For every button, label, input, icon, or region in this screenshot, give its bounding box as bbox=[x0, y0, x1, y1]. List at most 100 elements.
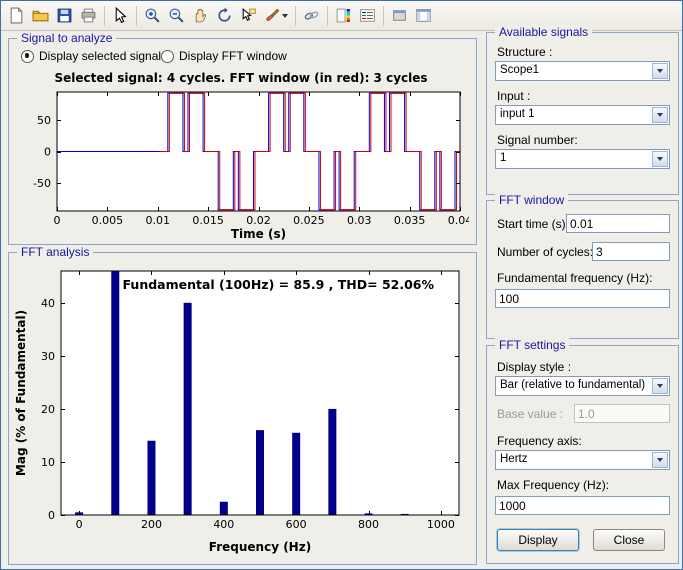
fft-settings-panel: FFT settings Display style : Bar (relati… bbox=[486, 345, 679, 564]
display-style-select[interactable]: Bar (relative to fundamental) bbox=[495, 376, 670, 396]
signal-plot-title: Selected signal: 4 cycles. FFT window (i… bbox=[11, 71, 471, 85]
save-figure-button[interactable] bbox=[53, 4, 76, 27]
close-button[interactable]: Close bbox=[593, 529, 665, 551]
frequency-axis-select[interactable]: Hertz bbox=[495, 450, 670, 470]
svg-text:0.005: 0.005 bbox=[92, 214, 124, 227]
zoom-in-icon bbox=[144, 7, 161, 24]
panel-title: Signal to analyze bbox=[17, 31, 116, 45]
pan-button[interactable] bbox=[189, 4, 212, 27]
radio-button-icon bbox=[21, 50, 34, 63]
radio-label: Display FFT window bbox=[179, 49, 287, 63]
svg-text:0: 0 bbox=[48, 509, 55, 522]
structure-select[interactable]: Scope1 bbox=[495, 61, 670, 81]
svg-text:0: 0 bbox=[76, 518, 83, 531]
svg-text:0.02: 0.02 bbox=[246, 214, 271, 227]
display-button[interactable]: Display bbox=[497, 529, 579, 551]
svg-text:0: 0 bbox=[44, 146, 51, 159]
new-document-icon bbox=[8, 7, 25, 24]
legend-icon bbox=[359, 7, 376, 24]
max-frequency-label: Max Frequency (Hz): bbox=[497, 478, 609, 492]
link-plot-icon bbox=[303, 7, 320, 24]
radio-button-icon bbox=[161, 50, 174, 63]
rotate-3d-icon bbox=[216, 7, 233, 24]
toolbar-separator bbox=[383, 6, 384, 26]
radio-display-selected-signal[interactable]: Display selected signal bbox=[21, 49, 161, 63]
svg-text:Time (s): Time (s) bbox=[231, 227, 286, 241]
start-time-label: Start time (s): bbox=[497, 217, 569, 231]
show-plot-tools-icon bbox=[415, 7, 432, 24]
signal-number-value: 1 bbox=[500, 152, 650, 164]
toolbar-separator bbox=[327, 6, 328, 26]
dropdown-arrow-icon bbox=[652, 63, 668, 79]
fft-analysis-window: Signal to analyze Display selected signa… bbox=[0, 0, 683, 570]
panel-title: Available signals bbox=[495, 25, 592, 39]
input-select[interactable]: input 1 bbox=[495, 105, 670, 125]
svg-text:Fundamental (100Hz) = 85.9 , T: Fundamental (100Hz) = 85.9 , THD= 52.06% bbox=[123, 277, 435, 292]
svg-text:0.035: 0.035 bbox=[394, 214, 426, 227]
colorbar-icon bbox=[335, 7, 352, 24]
svg-text:0.015: 0.015 bbox=[192, 214, 224, 227]
zoom-in-button[interactable] bbox=[141, 4, 164, 27]
available-signals-panel: Available signals Structure : Scope1 Inp… bbox=[486, 32, 679, 195]
structure-label: Structure : bbox=[497, 45, 552, 59]
svg-text:Frequency (Hz): Frequency (Hz) bbox=[209, 540, 311, 554]
svg-text:0.01: 0.01 bbox=[146, 214, 171, 227]
max-frequency-input[interactable] bbox=[495, 496, 670, 515]
new-figure-button[interactable] bbox=[5, 4, 28, 27]
frequency-axis-label: Frequency axis: bbox=[497, 434, 582, 448]
chevron-down-icon bbox=[282, 14, 288, 18]
signal-plot: 00.0050.010.0150.020.0250.030.0350.04-50… bbox=[13, 89, 469, 241]
radio-label: Display selected signal bbox=[39, 49, 161, 63]
signal-plot-container: Selected signal: 4 cycles. FFT window (i… bbox=[11, 71, 471, 243]
arrow-cursor-icon bbox=[112, 7, 129, 24]
hand-icon bbox=[192, 7, 209, 24]
brush-data-button[interactable] bbox=[261, 4, 291, 27]
number-of-cycles-label: Number of cycles: bbox=[497, 245, 593, 259]
zoom-out-button[interactable] bbox=[165, 4, 188, 27]
svg-text:30: 30 bbox=[41, 350, 55, 363]
svg-text:800: 800 bbox=[358, 518, 379, 531]
base-value-label: Base value : bbox=[497, 407, 563, 421]
insert-legend-button[interactable] bbox=[356, 4, 379, 27]
display-style-label: Display style : bbox=[497, 360, 571, 374]
brush-icon bbox=[264, 7, 281, 24]
start-time-input[interactable] bbox=[566, 214, 670, 233]
print-figure-button[interactable] bbox=[77, 4, 100, 27]
svg-text:20: 20 bbox=[41, 403, 55, 416]
signal-to-analyze-panel: Signal to analyze Display selected signa… bbox=[8, 38, 477, 245]
signal-number-select[interactable]: 1 bbox=[495, 149, 670, 169]
fft-window-panel: FFT window Start time (s): Number of cyc… bbox=[486, 200, 679, 339]
toolbar-separator bbox=[295, 6, 296, 26]
save-icon bbox=[56, 7, 73, 24]
hide-plot-tools-button[interactable] bbox=[388, 4, 411, 27]
show-plot-tools-button[interactable] bbox=[412, 4, 435, 27]
svg-text:1000: 1000 bbox=[427, 518, 455, 531]
data-cursor-icon bbox=[240, 7, 257, 24]
input-value: input 1 bbox=[500, 108, 650, 120]
svg-text:50: 50 bbox=[37, 114, 51, 127]
display-style-value: Bar (relative to fundamental) bbox=[500, 379, 650, 391]
rotate-3d-button[interactable] bbox=[213, 4, 236, 27]
dropdown-arrow-icon bbox=[652, 107, 668, 123]
zoom-out-icon bbox=[168, 7, 185, 24]
svg-text:0.04: 0.04 bbox=[448, 214, 469, 227]
dropdown-arrow-icon bbox=[652, 151, 668, 167]
toolbar-separator bbox=[136, 6, 137, 26]
open-file-button[interactable] bbox=[29, 4, 52, 27]
open-folder-icon bbox=[32, 7, 49, 24]
panel-title: FFT analysis bbox=[17, 245, 93, 259]
signal-number-label: Signal number: bbox=[497, 133, 578, 147]
svg-text:0.025: 0.025 bbox=[293, 214, 325, 227]
link-plot-button[interactable] bbox=[300, 4, 323, 27]
fundamental-frequency-label: Fundamental frequency (Hz): bbox=[497, 271, 652, 285]
number-of-cycles-input[interactable] bbox=[592, 242, 670, 261]
insert-colorbar-button[interactable] bbox=[332, 4, 355, 27]
data-cursor-button[interactable] bbox=[237, 4, 260, 27]
hide-plot-tools-icon bbox=[391, 7, 408, 24]
svg-text:400: 400 bbox=[213, 518, 234, 531]
svg-text:Mag (% of Fundamental): Mag (% of Fundamental) bbox=[14, 310, 28, 476]
fundamental-frequency-input[interactable] bbox=[495, 289, 670, 308]
fft-analysis-panel: FFT analysis 02004006008001000010203040F… bbox=[8, 252, 477, 565]
radio-display-fft-window[interactable]: Display FFT window bbox=[161, 49, 287, 63]
edit-plot-button[interactable] bbox=[109, 4, 132, 27]
